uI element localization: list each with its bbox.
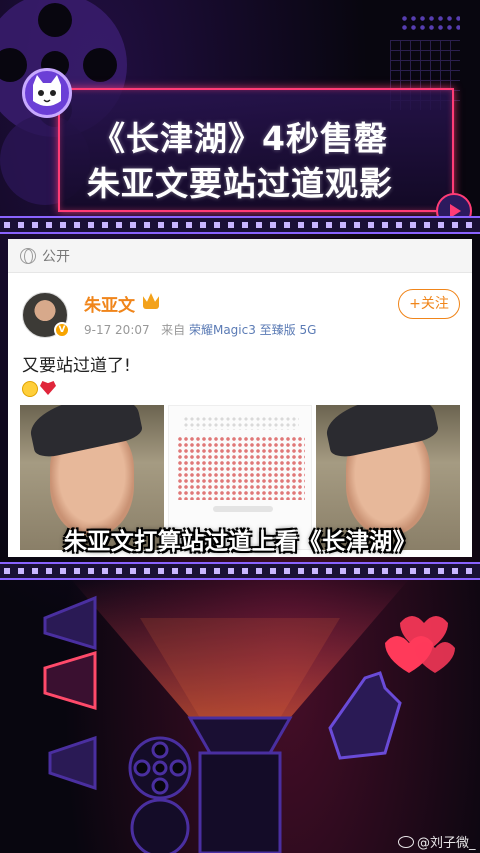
verified-badge-icon: V (54, 322, 70, 338)
weibo-icon (398, 835, 414, 848)
emoji-row (22, 381, 56, 397)
weibo-post-card: 公开 V 朱亚文 9-17 20:07 来自 荣耀Magic3 至臻版 5G +… (8, 239, 472, 557)
globe-icon (20, 247, 36, 264)
hearts-icon (385, 616, 455, 673)
megaphone-icon (43, 595, 97, 791)
video-frame: 《长津湖》4秒售罄 朱亚文要站过道观影 公开 V 朱亚文 9-17 20:07 … (0, 0, 480, 853)
cinema-illustration (43, 578, 455, 853)
video-subtitle: 朱亚文打算站过道上看《长津湖》 (63, 529, 417, 555)
film-reel-icon (128, 736, 192, 853)
cat-logo-icon (22, 68, 72, 118)
watermark: @刘子微_ (398, 832, 476, 851)
film-strip-top (0, 216, 480, 234)
follow-button[interactable]: +关注 (398, 289, 460, 319)
source-prefix: 来自 (161, 323, 186, 337)
timestamp: 9-17 20:07 (84, 323, 150, 337)
hand-icon (328, 671, 402, 760)
banner-title-line2: 朱亚文要站过道观影 (87, 164, 393, 203)
crown-icon (143, 293, 159, 309)
watermark-text: @刘子微_ (417, 836, 476, 851)
visibility-bar: 公开 (8, 239, 472, 273)
dots-decoration (400, 14, 460, 32)
projector (187, 716, 293, 853)
visibility-label: 公开 (42, 248, 70, 265)
device-name[interactable]: 荣耀Magic3 至臻版 5G (189, 323, 316, 337)
banner-title-line1: 《长津湖》4秒售罄 (92, 119, 388, 158)
broken-heart-icon (40, 381, 56, 395)
crying-emoji-icon (22, 381, 38, 397)
post-meta: 9-17 20:07 来自 荣耀Magic3 至臻版 5G (84, 321, 316, 338)
post-text: 又要站过道了! (22, 356, 131, 376)
username[interactable]: 朱亚文 (84, 291, 135, 316)
